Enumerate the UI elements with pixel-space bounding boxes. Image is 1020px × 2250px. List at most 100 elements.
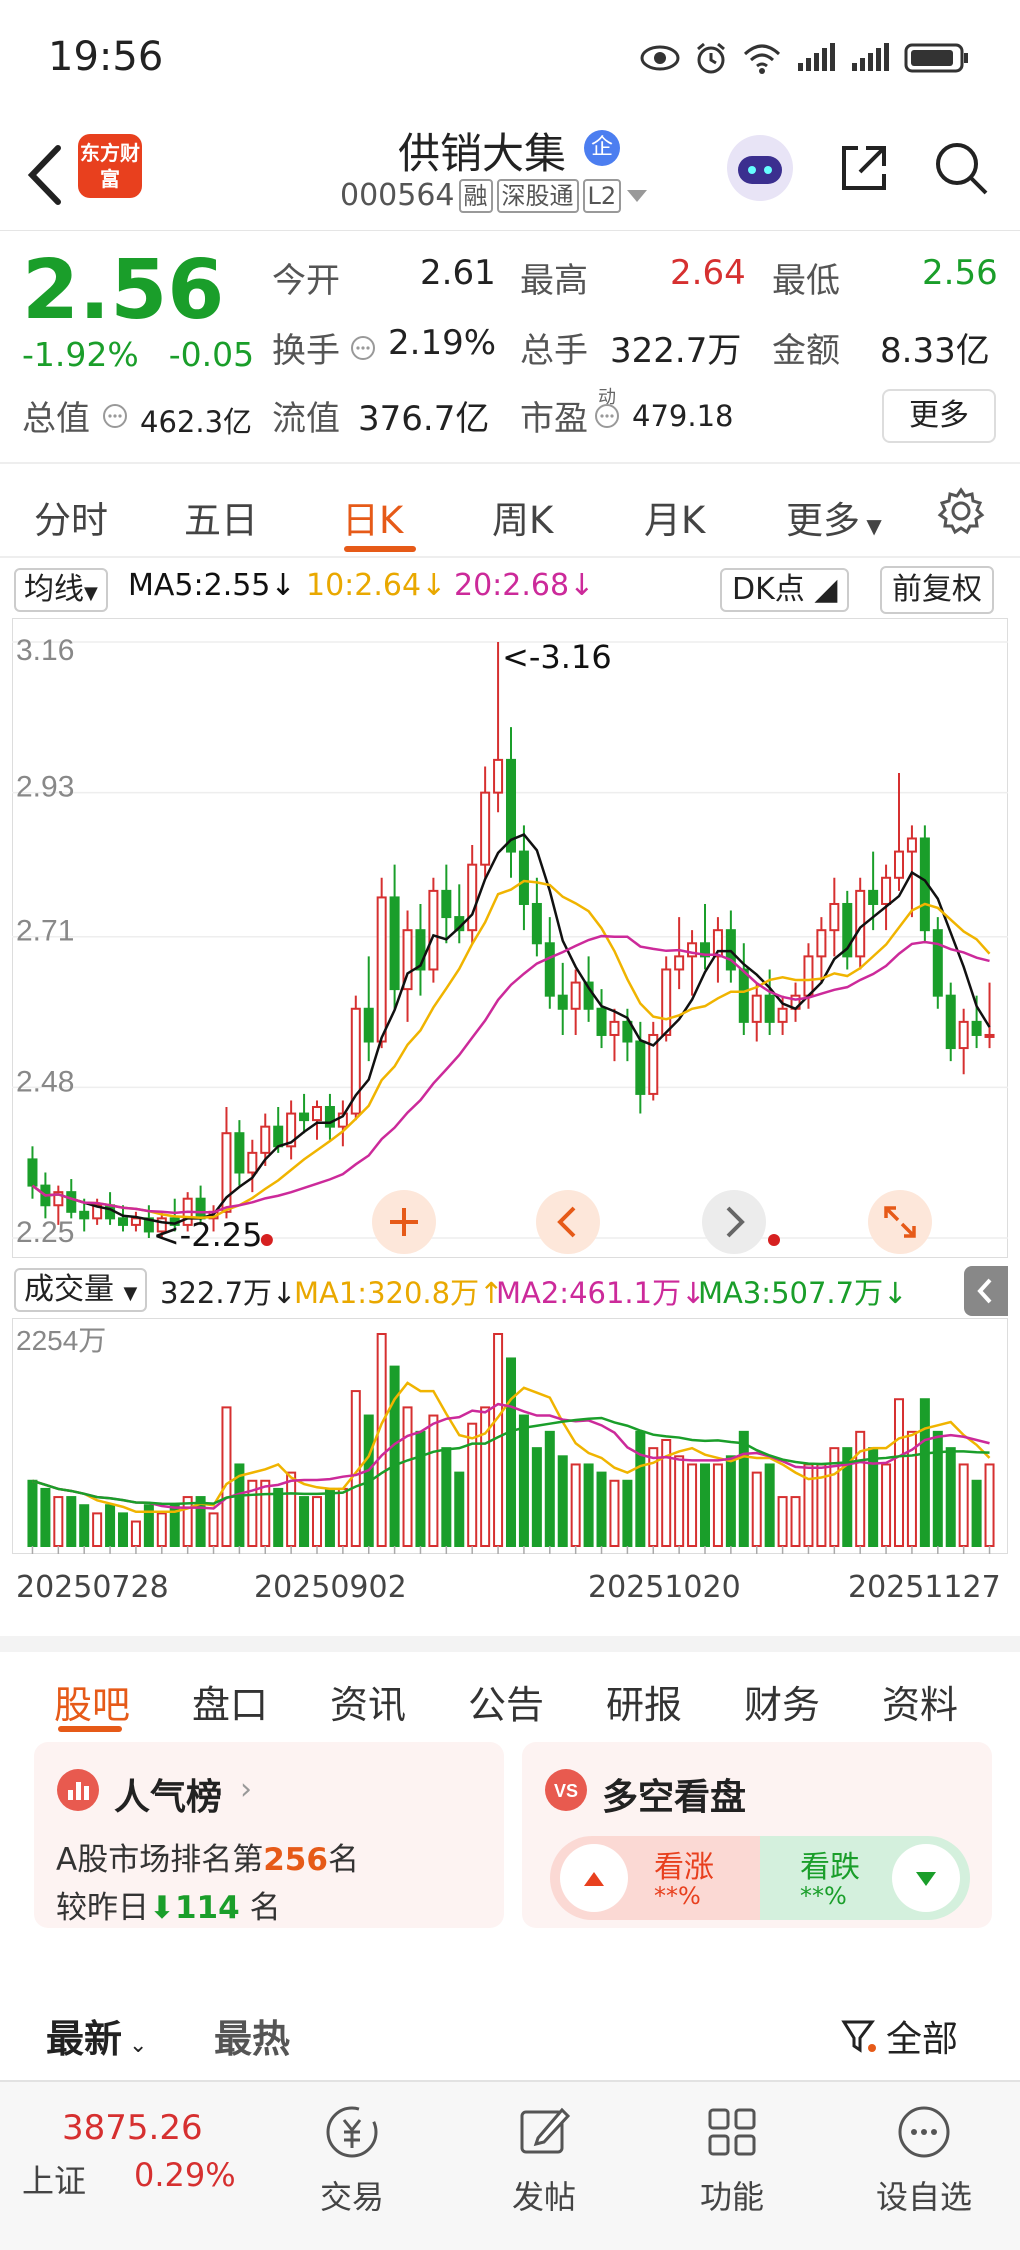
volume-bar — [635, 1430, 646, 1547]
candle-body — [958, 1020, 969, 1050]
change-prefix: 较昨日 — [56, 1890, 149, 1926]
candle-body — [311, 1106, 323, 1122]
settings-gear-icon[interactable] — [936, 486, 986, 536]
tab-more[interactable]: 更多 ▼ — [786, 490, 882, 544]
tab-five-day[interactable]: 五日 — [184, 490, 258, 544]
volume-label: 总手 — [520, 331, 588, 371]
y-tick-label: 2.71 — [16, 915, 74, 948]
logo-text: 东方财富 — [80, 141, 140, 191]
candle-body — [544, 942, 555, 997]
rank-change-value: 114 — [174, 1890, 240, 1926]
volume-bar — [208, 1512, 219, 1547]
candle-body — [868, 889, 879, 905]
candle-body — [609, 1020, 620, 1036]
grid-apps-icon — [708, 2108, 756, 2156]
tab-monthly-k[interactable]: 月K — [644, 490, 705, 544]
candle-body — [260, 1125, 271, 1154]
eye-icon — [640, 45, 680, 71]
filter-button[interactable]: 全部 — [840, 2010, 958, 2062]
signal-icon-2 — [852, 43, 889, 71]
nav-watchlist[interactable]: 设自选 — [854, 2102, 994, 2218]
candle-body — [531, 902, 542, 945]
sentiment-card: VS 多空看盘 看涨 **% 看跌 **% — [522, 1742, 992, 1928]
y-tick-label: 2.48 — [16, 1065, 74, 1098]
volume-bar — [674, 1455, 685, 1547]
volume-legend: 成交量 ▼ 322.7万↓ MA1:320.8万↑ MA2:461.1万↓ MA… — [0, 1262, 1020, 1318]
candle-body — [764, 994, 775, 1023]
volume-bar — [751, 1471, 762, 1547]
amount-label: 金额 — [772, 331, 840, 371]
candle-body — [130, 1217, 141, 1226]
tab-research[interactable]: 研报 — [606, 1674, 682, 1729]
volume-selector[interactable]: 成交量 ▼ — [14, 1268, 148, 1312]
collapse-panel-button[interactable] — [964, 1266, 1008, 1316]
nav-trade[interactable]: 交易 — [282, 2102, 422, 2218]
tab-weekly-k[interactable]: 周K — [492, 490, 553, 544]
low-annotation: <-2.25 — [153, 1216, 263, 1254]
turnover-label: 换手 — [272, 331, 340, 371]
pe-value: 479.18 — [632, 399, 734, 433]
header-actions — [724, 132, 990, 204]
candlestick-chart[interactable]: 3.16 2.93 2.71 2.48 2.25 <-3.16 <-2.25 — [12, 618, 1008, 1258]
tab-latest[interactable]: 最新 ⌄ — [46, 2008, 147, 2063]
search-icon[interactable] — [932, 139, 990, 197]
robot-assistant-icon[interactable] — [724, 132, 796, 204]
plus-icon — [390, 1208, 418, 1236]
volume-chart[interactable]: 2254万 — [12, 1318, 1008, 1554]
tab-announcements[interactable]: 公告 — [468, 1674, 544, 1729]
volume-bar — [40, 1487, 51, 1548]
info-dots-icon[interactable] — [350, 335, 376, 361]
tab-profile[interactable]: 资料 — [882, 1674, 958, 1729]
candle-body — [299, 1112, 310, 1122]
volume-bar — [273, 1487, 284, 1548]
volume-bar — [324, 1487, 335, 1548]
pe-label: 市盈 — [520, 399, 588, 439]
volume-bar — [27, 1479, 38, 1547]
volume-bar — [156, 1512, 167, 1547]
scroll-left-button[interactable] — [536, 1190, 600, 1254]
nav-functions[interactable]: 功能 — [662, 2102, 802, 2218]
expand-icon — [884, 1206, 916, 1238]
nav-post[interactable]: 发帖 — [474, 2102, 614, 2218]
tab-hottest[interactable]: 最热 — [214, 2008, 290, 2063]
info-dots-icon[interactable] — [594, 403, 620, 429]
volume-bar — [855, 1430, 866, 1547]
index-widget[interactable]: 3875.26 上证 0.29% — [22, 2108, 262, 2202]
scroll-right-button[interactable] — [702, 1190, 766, 1254]
app-logo[interactable]: 东方财富 — [78, 134, 142, 198]
volume-bar — [441, 1447, 452, 1547]
chevron-left-icon — [557, 1206, 576, 1238]
nav-post-label: 发帖 — [511, 2178, 576, 2216]
volume-bar — [687, 1463, 698, 1547]
rank-change-line: 较昨日⬇114 名 — [56, 1882, 281, 1927]
bear-button[interactable]: 看跌 **% — [760, 1836, 970, 1920]
index-change: 0.29% — [134, 2156, 236, 2194]
ma-selector[interactable]: 均线▼ — [14, 568, 108, 612]
dk-point-button[interactable]: DK点 ◢ — [720, 568, 850, 612]
volume-bar — [725, 1455, 736, 1547]
share-icon[interactable] — [836, 140, 892, 196]
volume-bar — [570, 1463, 581, 1547]
tab-intraday[interactable]: 分时 — [34, 490, 108, 544]
popularity-card[interactable]: 人气榜 › A股市场排名第256名 较昨日⬇114 名 — [34, 1742, 504, 1928]
tag-level2[interactable]: L2 — [582, 178, 622, 213]
back-arrow-icon[interactable] — [20, 140, 70, 210]
tab-daily-k[interactable]: 日K — [342, 490, 403, 544]
candle-body — [79, 1210, 90, 1220]
candle — [932, 917, 943, 1009]
forward-adjust-button[interactable]: 前复权 — [880, 566, 994, 614]
more-quote-button[interactable]: 更多 — [882, 389, 996, 443]
dropdown-triangle-icon[interactable] — [625, 186, 649, 206]
tab-financials[interactable]: 财务 — [744, 1674, 820, 1729]
candle-body — [829, 902, 840, 932]
tab-forum[interactable]: 股吧 — [54, 1674, 130, 1729]
company-badge[interactable]: 企 — [584, 130, 620, 166]
fullscreen-button[interactable] — [868, 1190, 932, 1254]
tab-news[interactable]: 资讯 — [330, 1674, 406, 1729]
bull-button[interactable]: 看涨 **% — [550, 1836, 760, 1920]
info-dots-icon[interactable] — [102, 403, 128, 429]
open-value: 2.61 — [420, 253, 496, 293]
tab-order-book[interactable]: 盘口 — [192, 1674, 268, 1729]
zoom-in-button[interactable] — [372, 1190, 436, 1254]
volume-bar — [984, 1463, 995, 1547]
